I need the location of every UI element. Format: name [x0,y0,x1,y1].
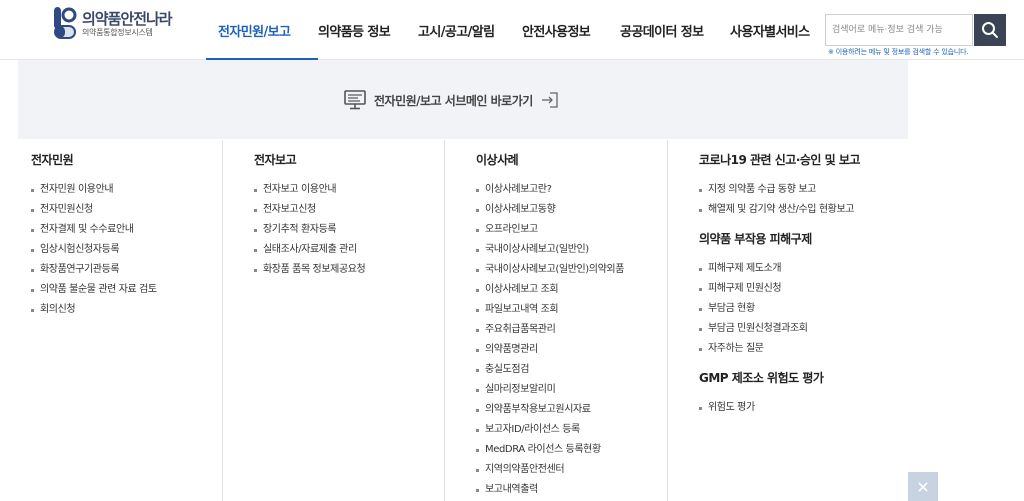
menu-item[interactable]: 주요취급품목관리 [476,320,666,340]
menu-column-adverse-events: 이상사례 이상사례보고란? 이상사례보고동향 오프라인보고 국내이상사례보고(일… [444,140,666,501]
menu-item[interactable]: 전자민원 이용안내 [31,180,221,200]
main-navigation: 전자민원/보고 의약품등 정보 고시/공고/알림 안전사용정보 공공데이터 정보… [206,0,826,60]
menu-list: 이상사례보고란? 이상사례보고동향 오프라인보고 국내이상사례보고(일반인) 국… [476,180,666,500]
logo-mark-icon [54,7,77,39]
menu-item[interactable]: 전자보고신청 [254,200,444,220]
search-button[interactable] [974,14,1006,46]
column-heading-covid: 코로나19 관련 신고·승인 및 보고 [699,153,860,167]
menu-list: 위험도 평가 [699,398,908,418]
menu-item[interactable]: 충실도점검 [476,360,666,380]
menu-item[interactable]: 화장품연구기관등록 [31,260,221,280]
search-note: ※ 이용하려는 메뉴 및 정보를 검색할 수 있습니다. [828,48,969,56]
site-header: 의약품안전나라 의약품통합정보시스템 전자민원/보고 의약품등 정보 고시/공고… [0,0,1024,60]
nav-item-safety-info[interactable]: 안전사용정보 [522,0,620,60]
menu-item[interactable]: 피해구제 민원신청 [699,279,908,299]
nav-item-drug-info[interactable]: 의약품등 정보 [318,0,418,60]
site-logo[interactable]: 의약품안전나라 의약품통합정보시스템 [52,6,182,40]
menu-column-e-petition: 전자민원 전자민원 이용안내 전자민원신청 전자결제 및 수수료안내 임상시험신… [31,140,221,501]
close-menu-button[interactable] [908,472,938,501]
column-heading: 전자민원 [31,153,74,167]
menu-item[interactable]: 회의신청 [31,300,221,320]
nav-item-user-services[interactable]: 사용자별서비스 [730,0,826,60]
nav-item-public-data[interactable]: 공공데이터 정보 [620,0,730,60]
menu-item[interactable]: 보고내역출력 [476,480,666,500]
menu-item[interactable]: 이상사례보고란? [476,180,666,200]
menu-item[interactable]: 장기추적 환자등록 [254,220,444,240]
menu-item[interactable]: 국내이상사례보고(일반인) [476,240,666,260]
nav-item-e-petition[interactable]: 전자민원/보고 [206,0,318,60]
menu-item[interactable]: 전자민원신청 [31,200,221,220]
submain-shortcut-link[interactable]: 전자민원/보고 서브메인 바로가기 [344,90,559,110]
close-icon [918,481,928,492]
search-box [825,14,973,46]
menu-item[interactable]: 파일보고내역 조회 [476,300,666,320]
monitor-icon [344,90,366,110]
menu-item[interactable]: 부담금 현황 [699,299,908,319]
menu-list: 전자민원 이용안내 전자민원신청 전자결제 및 수수료안내 임상시험신청자등록 … [31,180,221,320]
menu-item[interactable]: 의약품명관리 [476,340,666,360]
menu-item[interactable]: 위험도 평가 [699,398,908,418]
menu-item[interactable]: 지정 의약품 수급 동향 보고 [699,180,908,200]
menu-item[interactable]: 국내이상사례보고(일반인)의약외품 [476,260,666,280]
menu-item[interactable]: 이상사례보고동향 [476,200,666,220]
menu-item[interactable]: 전자보고 이용안내 [254,180,444,200]
menu-item[interactable]: 지역의약품안전센터 [476,460,666,480]
menu-item[interactable]: 해열제 및 감기약 생산/수입 현황보고 [699,200,908,220]
column-heading: 이상사례 [476,153,519,167]
nav-item-notices[interactable]: 고시/공고/알림 [418,0,522,60]
menu-item[interactable]: 부담금 민원신청결과조회 [699,319,908,339]
menu-list: 지정 의약품 수급 동향 보고 해열제 및 감기약 생산/수입 현황보고 [699,180,908,220]
menu-column-e-report: 전자보고 전자보고 이용안내 전자보고신청 장기추적 환자등록 실태조사/자료제… [222,140,444,501]
column-heading: 전자보고 [254,153,297,167]
menu-item[interactable]: 보고자ID/라이선스 등록 [476,420,666,440]
menu-item[interactable]: 임상시험신청자등록 [31,240,221,260]
menu-item[interactable]: 피해구제 제도소개 [699,259,908,279]
search-icon [982,22,998,38]
menu-item[interactable]: 의약품부작용보고원시자료 [476,400,666,420]
menu-item[interactable]: 화장품 품목 정보제공요청 [254,260,444,280]
menu-item[interactable]: 전자결제 및 수수료안내 [31,220,221,240]
menu-item[interactable]: 자주하는 질문 [699,339,908,359]
arrow-right-box-icon [541,92,558,108]
menu-list: 피해구제 제도소개 피해구제 민원신청 부담금 현황 부담금 민원신청결과조회 … [699,259,908,359]
menu-item[interactable]: 실마리정보알리미 [476,380,666,400]
menu-item[interactable]: MedDRA 라이선스 등록현황 [476,440,666,460]
menu-item[interactable]: 오프라인보고 [476,220,666,240]
banner-label: 전자민원/보고 서브메인 바로가기 [374,93,533,108]
column-heading-gmp: GMP 제조소 위험도 평가 [699,371,824,385]
submain-banner: 전자민원/보고 서브메인 바로가기 [18,60,908,139]
column-heading-relief: 의약품 부작용 피해구제 [699,232,812,246]
menu-list: 전자보고 이용안내 전자보고신청 장기추적 환자등록 실태조사/자료제출 관리 … [254,180,444,280]
logo-title: 의약품안전나라 [82,10,173,28]
logo-subtitle: 의약품통합정보시스템 [82,28,153,37]
menu-item[interactable]: 이상사례보고 조회 [476,280,666,300]
menu-item[interactable]: 실태조사/자료제출 관리 [254,240,444,260]
menu-column-other: 코로나19 관련 신고·승인 및 보고 지정 의약품 수급 동향 보고 해열제 … [667,140,908,501]
menu-item[interactable]: 의약품 불순물 관련 자료 검토 [31,280,221,300]
search-input[interactable] [826,15,972,45]
